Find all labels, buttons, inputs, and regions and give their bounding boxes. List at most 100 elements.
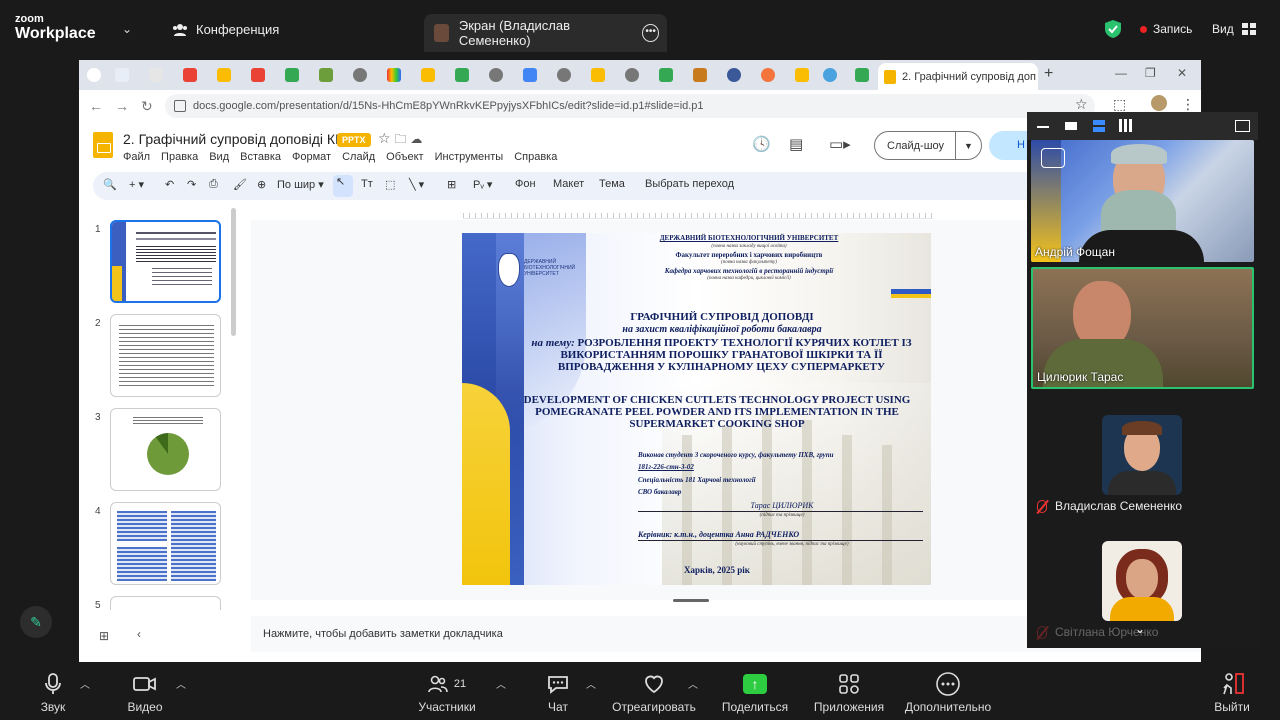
menu-file[interactable]: Файл: [123, 151, 150, 163]
tab-favicon[interactable]: [557, 68, 571, 82]
slide-thumbnail-1[interactable]: [110, 220, 221, 303]
chat-options-chevron-icon[interactable]: ︿: [586, 676, 596, 691]
audio-options-chevron-icon[interactable]: ︿: [80, 676, 90, 691]
redo-icon[interactable]: ↷: [187, 178, 196, 191]
layout-button[interactable]: Макет: [553, 178, 584, 190]
url-input[interactable]: docs.google.com/presentation/d/15Ns-HhCm…: [165, 94, 1095, 118]
tab-favicon[interactable]: [727, 68, 741, 82]
participants-options-chevron-icon[interactable]: ︿: [496, 676, 506, 691]
filmstrip-scrollbar[interactable]: [231, 208, 236, 336]
menu-insert[interactable]: Вставка: [240, 151, 281, 163]
exit-fullscreen-icon[interactable]: [1235, 120, 1250, 132]
slides-logo-icon[interactable]: [93, 132, 113, 158]
zoom-icon[interactable]: ⊕: [257, 178, 266, 191]
drive-icon[interactable]: [217, 68, 231, 82]
slide-thumbnail-2[interactable]: [110, 314, 221, 397]
react-button[interactable]: Отреагировать: [608, 672, 700, 714]
apps-button[interactable]: Приложения: [808, 672, 890, 714]
video-button[interactable]: Видео: [124, 672, 166, 714]
input-tools-icon[interactable]: Pᵥ ▾: [473, 178, 492, 191]
react-options-chevron-icon[interactable]: ︿: [688, 676, 698, 691]
minimize-icon[interactable]: —: [1115, 66, 1127, 80]
folder-icon[interactable]: 🗀: [394, 132, 406, 146]
menu-format[interactable]: Формат: [292, 151, 331, 163]
profile-avatar[interactable]: [1151, 95, 1167, 111]
single-view-icon[interactable]: [1065, 122, 1077, 130]
theme-button[interactable]: Тема: [599, 178, 625, 190]
undo-icon[interactable]: ↶: [165, 178, 174, 191]
video-options-chevron-icon[interactable]: ︿: [176, 676, 186, 691]
close-window-icon[interactable]: ✕: [1177, 66, 1187, 80]
video-tile-2-active-speaker[interactable]: Цилюрик Тарас: [1031, 267, 1254, 389]
drive-icon[interactable]: [659, 68, 673, 82]
drive-icon[interactable]: [285, 68, 299, 82]
insert-comment-icon[interactable]: ⊞: [447, 178, 456, 191]
gmail-icon[interactable]: [251, 68, 265, 82]
transition-button[interactable]: Выбрать переход: [645, 178, 734, 190]
zoom-select[interactable]: По шир ▾: [277, 178, 324, 191]
tab-favicon[interactable]: [761, 68, 775, 82]
gallery-view-icon[interactable]: [1119, 119, 1132, 132]
scroll-down-chevron-icon[interactable]: ⌄: [1135, 622, 1145, 636]
drive-icon[interactable]: [455, 68, 469, 82]
tab-favicon[interactable]: [149, 68, 163, 82]
search-menu-icon[interactable]: 🔍: [103, 178, 117, 191]
video-tile-1[interactable]: Андрій Фощан: [1031, 140, 1254, 262]
forward-icon[interactable]: →: [115, 98, 129, 114]
side-by-side-icon[interactable]: [1093, 120, 1105, 132]
new-tab-icon[interactable]: +: [1044, 65, 1053, 83]
collapse-filmstrip-icon[interactable]: ‹: [137, 627, 141, 641]
chevron-down-icon[interactable]: ⌄: [122, 22, 132, 36]
slide-thumbnail-4[interactable]: [110, 502, 221, 585]
menu-slide[interactable]: Слайд: [342, 151, 375, 163]
drive-icon[interactable]: [795, 68, 809, 82]
comments-icon[interactable]: ▤: [789, 135, 803, 153]
audio-button[interactable]: Звук: [36, 672, 70, 714]
drive-icon[interactable]: [421, 68, 435, 82]
history-icon[interactable]: 🕓: [752, 135, 771, 153]
tab-favicon[interactable]: [489, 68, 503, 82]
current-slide[interactable]: ДЕРЖАВНИЙ БІОТЕХНОЛОГІЧНИЙ УНІВЕРСИТЕТ Д…: [462, 233, 931, 585]
menu-tools[interactable]: Инструменты: [435, 151, 504, 163]
tab-favicon[interactable]: [387, 68, 401, 82]
line-icon[interactable]: ╲ ▾: [409, 178, 424, 191]
more-button[interactable]: Дополнительно: [900, 672, 996, 714]
slideshow-button[interactable]: Слайд-шоу ▼: [874, 131, 982, 160]
tab-favicon[interactable]: [115, 68, 129, 82]
drive-icon[interactable]: [591, 68, 605, 82]
site-info-icon[interactable]: [174, 100, 186, 112]
annotate-pen-icon[interactable]: ✎: [20, 606, 52, 638]
security-shield-icon[interactable]: [1104, 19, 1122, 39]
tab-search-icon[interactable]: [87, 68, 101, 82]
bookmark-star-icon[interactable]: ☆: [1075, 96, 1088, 113]
share-screen-button[interactable]: ↑ Поделиться: [718, 672, 792, 714]
cloud-icon[interactable]: ☁: [410, 132, 422, 146]
view-button[interactable]: Вид: [1212, 22, 1256, 36]
more-options-icon[interactable]: •••: [642, 24, 659, 42]
back-icon[interactable]: ←: [89, 98, 103, 114]
slideshow-dropdown-icon[interactable]: ▼: [955, 132, 973, 159]
active-browser-tab[interactable]: 2. Графічний супровід доп ✕: [878, 63, 1038, 90]
restore-icon[interactable]: ❐: [1145, 66, 1156, 80]
leave-button[interactable]: Выйти: [1212, 672, 1252, 714]
extensions-icon[interactable]: ⬚: [1113, 96, 1126, 113]
meet-camera-icon[interactable]: ▭▸: [829, 135, 851, 153]
text-box-icon[interactable]: Tт: [361, 178, 373, 190]
minimize-video-icon[interactable]: [1037, 126, 1049, 128]
slide-thumbnail-3[interactable]: [110, 408, 221, 491]
tab-favicon[interactable]: [693, 68, 707, 82]
select-tool-icon[interactable]: ↖: [333, 175, 353, 197]
grid-view-icon[interactable]: ⊞: [99, 629, 109, 643]
menu-view[interactable]: Вид: [209, 151, 229, 163]
drive-icon[interactable]: [855, 68, 869, 82]
participants-button[interactable]: 21 Участники: [414, 672, 480, 714]
record-button[interactable]: Запись: [1140, 22, 1192, 36]
background-button[interactable]: Фон: [515, 178, 536, 190]
star-icon[interactable]: ☆ 🗀 ☁: [378, 130, 422, 151]
drive-icon[interactable]: [523, 68, 537, 82]
menu-help[interactable]: Справка: [514, 151, 557, 163]
chat-button[interactable]: Чат: [538, 672, 578, 714]
new-slide-icon[interactable]: + ▾: [129, 178, 144, 191]
tab-favicon[interactable]: [353, 68, 367, 82]
gmail-icon[interactable]: [183, 68, 197, 82]
